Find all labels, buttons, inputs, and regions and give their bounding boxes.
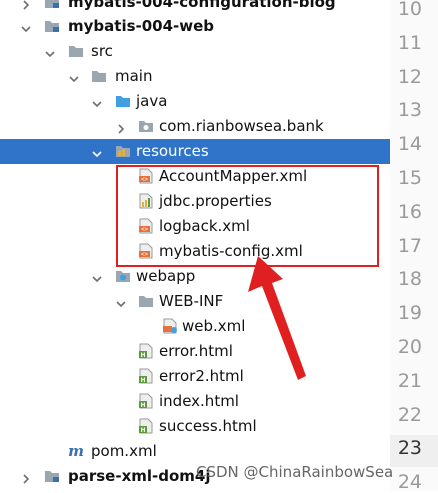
watermark: CSDN @ChinaRainbowSea: [196, 463, 394, 481]
annotation-arrow: [248, 256, 306, 380]
